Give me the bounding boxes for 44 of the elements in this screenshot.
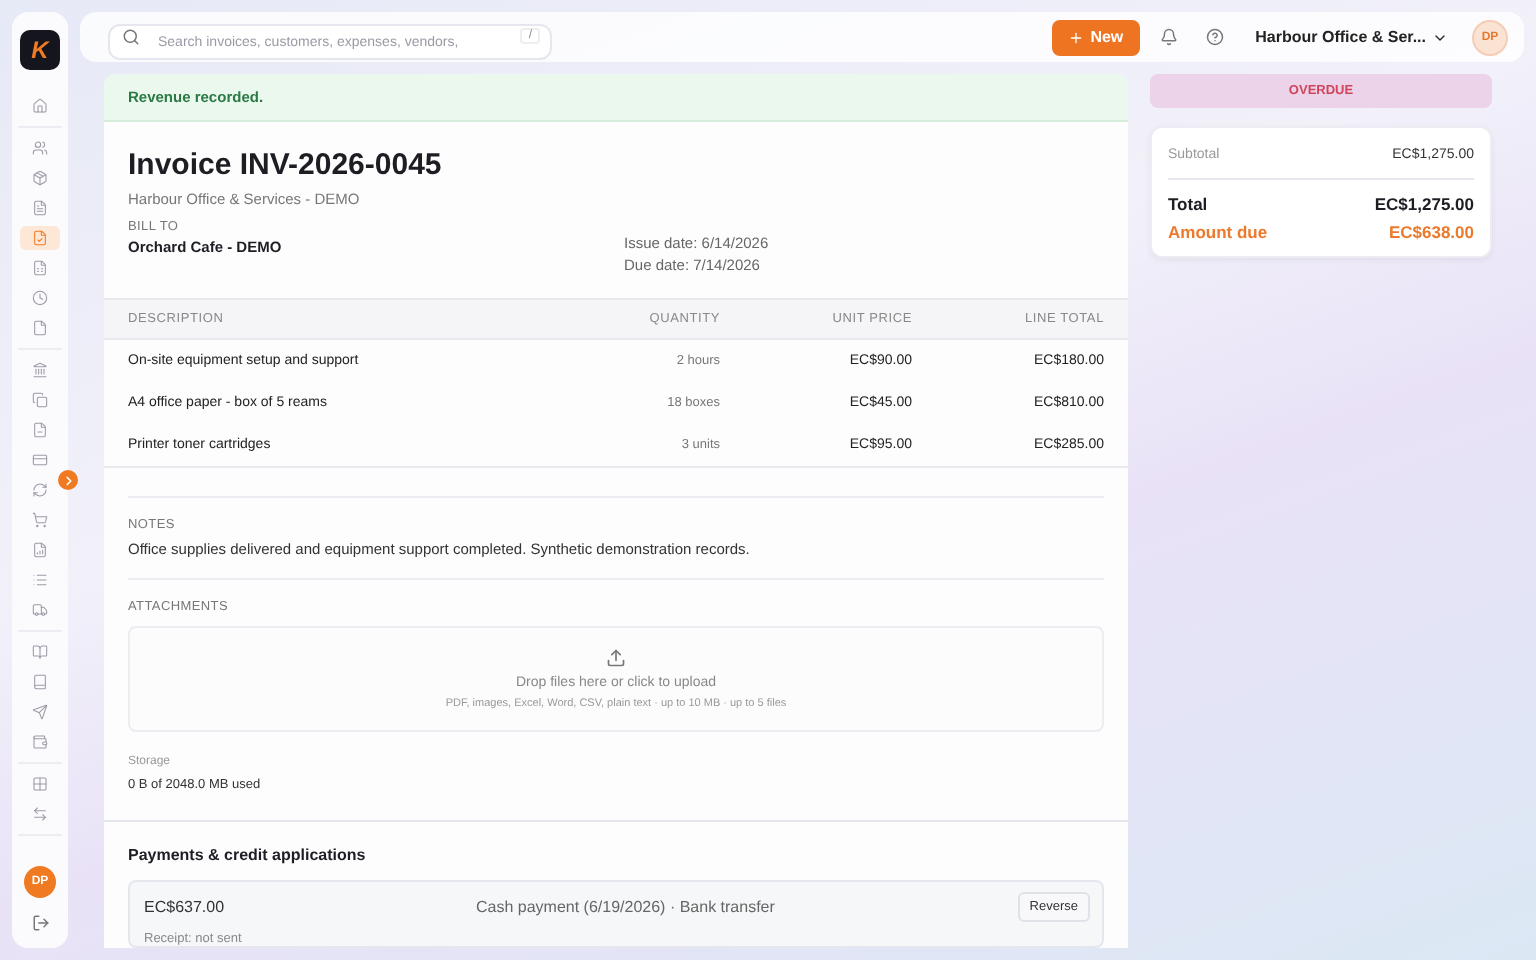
logout-icon: [31, 914, 49, 932]
nav-icon: [32, 704, 48, 720]
nav-icon: [32, 422, 48, 438]
nav-icon: [32, 674, 48, 690]
nav-icon: [32, 392, 48, 408]
nav-icon: [32, 170, 48, 186]
organization-switcher[interactable]: Harbour Office & Ser...: [1243, 26, 1460, 48]
help-icon: [1205, 28, 1224, 46]
total-label: Total: [1168, 194, 1208, 214]
nav-icon: [32, 230, 48, 246]
search-icon: [122, 27, 140, 45]
nav-icon: [32, 290, 48, 306]
plus-icon: [1068, 29, 1085, 45]
chevron-icon: [61, 473, 75, 487]
nav-icon: [32, 482, 48, 498]
app-logo[interactable]: K: [20, 30, 60, 70]
nav-icon: [32, 602, 48, 618]
payments-title: Payments & credit applications: [128, 846, 368, 864]
nav-icon: [32, 98, 48, 114]
nav-icon: [32, 200, 48, 216]
nav-icon: [32, 776, 48, 792]
new-button[interactable]: New: [1052, 19, 1140, 55]
nav-icon: [32, 806, 48, 822]
nav-icon: [32, 572, 48, 588]
total-value: EC$1,275.00: [1374, 194, 1474, 214]
nav-icon: [32, 260, 48, 276]
upload-icon: [606, 648, 626, 668]
payment-amount: EC$637.00: [144, 898, 227, 916]
invoice-title: Invoice INV-2026-0045: [128, 148, 444, 182]
nav-icon: [32, 644, 48, 660]
nav-icon: [32, 734, 48, 750]
nav-icon: [32, 452, 48, 468]
nav-icon: [32, 320, 48, 336]
sidebar-item[interactable]: [20, 226, 60, 250]
nav-icon: [32, 362, 48, 378]
amount-due-label: Amount due: [1168, 222, 1268, 242]
nav-icon: [32, 542, 48, 558]
expand-sidebar-button[interactable]: [58, 470, 78, 490]
nav-icon: [32, 140, 48, 156]
nav-icon: [32, 512, 48, 528]
amount-due-value: EC$638.00: [1388, 222, 1474, 242]
payment-description: Cash payment (6/19/2026) · Bank transfer: [476, 898, 777, 916]
bell-icon: [1159, 28, 1178, 46]
logout-button[interactable]: [31, 914, 49, 932]
